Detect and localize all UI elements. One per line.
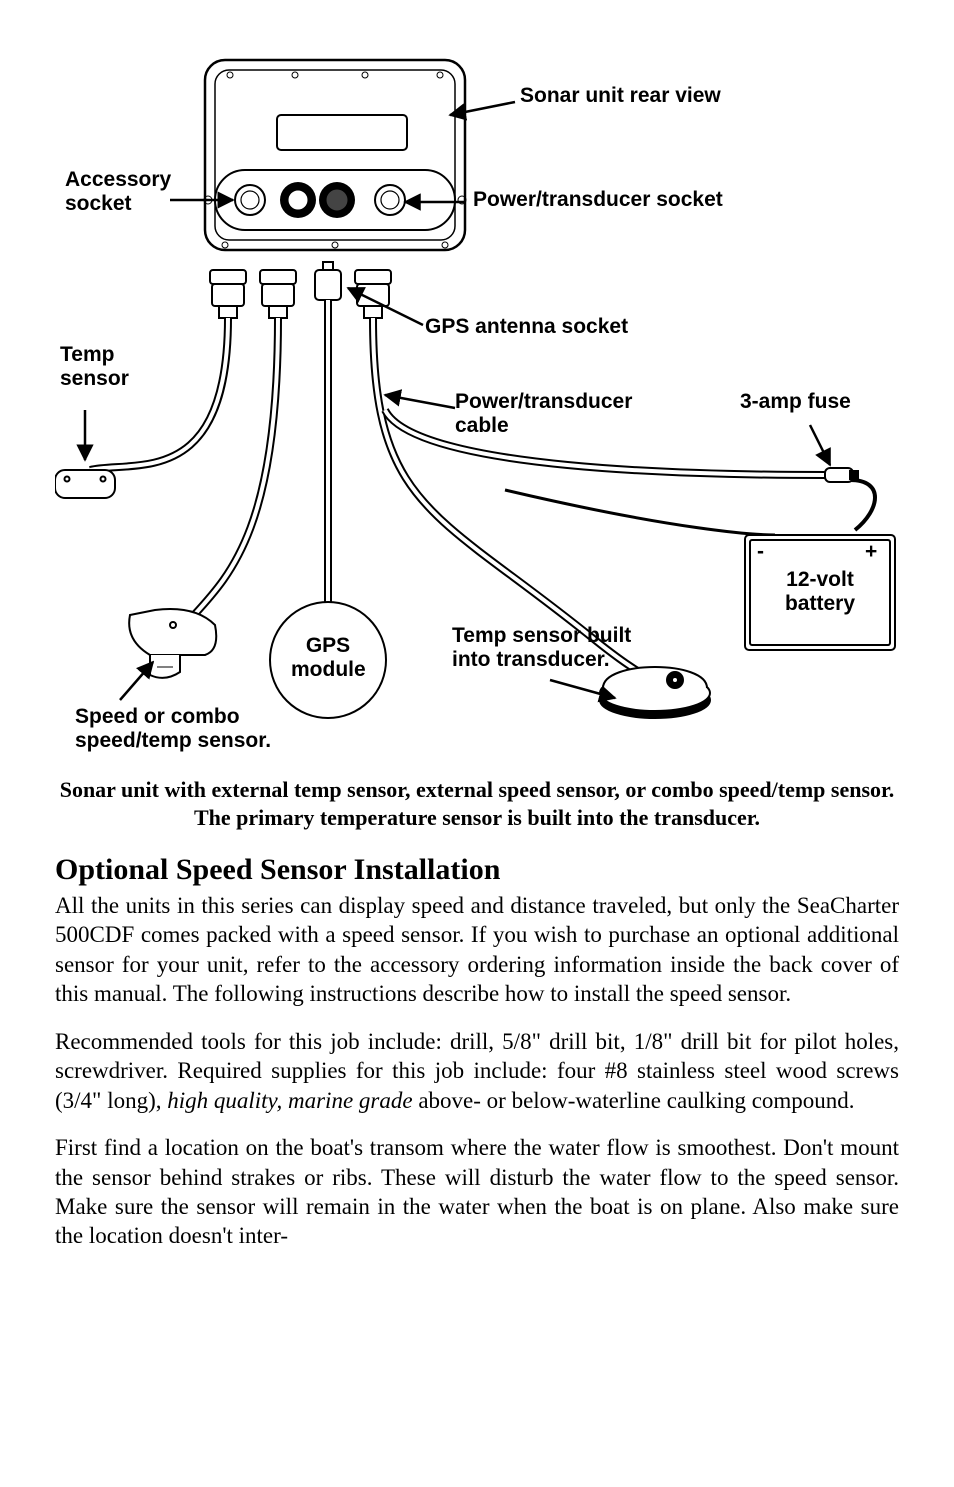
label-temp-sensor: Temp sensor [60,343,129,391]
label-temp-in-transducer: Temp sensor built into transducer. [452,624,631,672]
label-speed-combo: Speed or combo speed/temp sensor. [75,705,271,753]
wiring-diagram: Sonar unit rear view Accessory socket Po… [55,40,899,770]
para2-text-b: above- or below-waterline caulking compo… [413,1088,855,1113]
label-sonar-rear: Sonar unit rear view [520,84,721,108]
para2-italic: high quality, marine grade [167,1088,412,1113]
label-12v-battery: 12-volt battery [755,568,885,616]
label-gps-module: GPS module [291,634,365,682]
battery-plus: + [865,540,877,564]
label-accessory-socket: Accessory socket [65,168,171,216]
paragraph-3: First find a location on the boat's tran… [55,1133,899,1251]
paragraph-2: Recommended tools for this job include: … [55,1027,899,1115]
section-heading: Optional Speed Sensor Installation [55,853,899,887]
figure-caption: Sonar unit with external temp sensor, ex… [55,776,899,831]
label-gps-antenna-socket: GPS antenna socket [425,315,628,339]
label-power-transducer-cable: Power/transducer cable [455,390,632,438]
paragraph-1: All the units in this series can display… [55,891,899,1009]
battery-minus: - [757,540,764,564]
label-3amp-fuse: 3-amp fuse [740,390,851,414]
label-power-transducer-socket: Power/transducer socket [473,188,723,212]
